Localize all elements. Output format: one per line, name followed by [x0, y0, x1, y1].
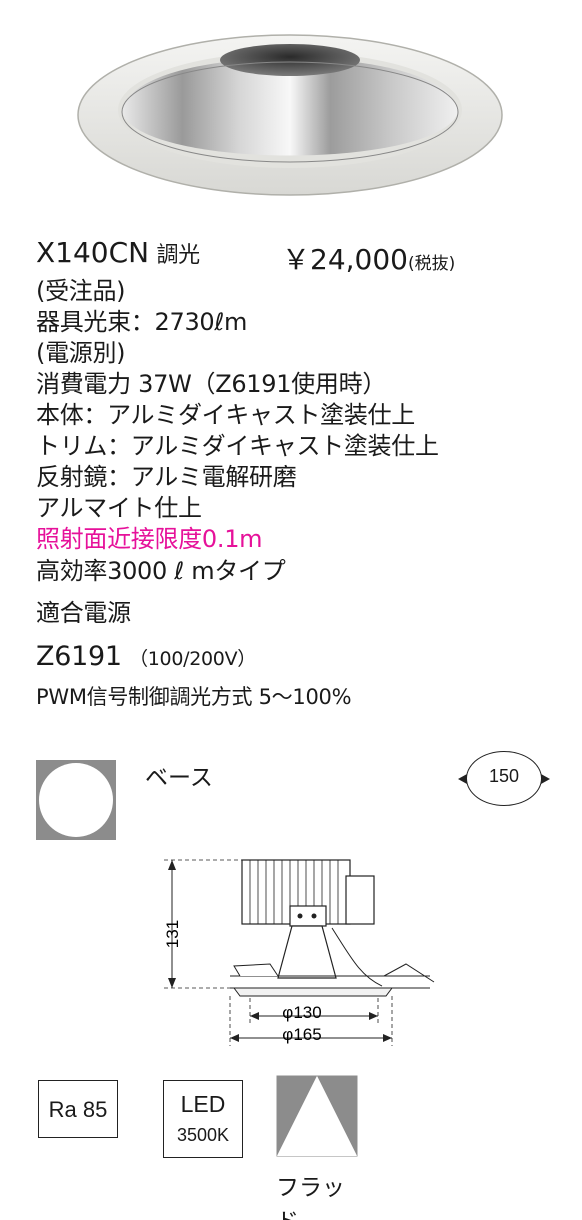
- beam-label: フラッド: [276, 1175, 345, 1220]
- power-dimming: PWM信号制御調光方式 5〜100%: [36, 685, 352, 709]
- spec-flux: 器具光束：2730ℓm: [36, 308, 248, 336]
- flood-beam-icon: [276, 1075, 358, 1157]
- power-line: Z6191 （100/200V）: [36, 642, 256, 674]
- ra-value: Ra 85: [48, 1097, 108, 1122]
- spec-reflector: 反射鏡：アルミ電解研磨: [36, 463, 297, 491]
- spec-reflector-finish: アルマイト仕上: [36, 494, 202, 522]
- cutout-arrows-icon: [458, 774, 550, 784]
- led-label: LED: [180, 1091, 226, 1117]
- spec-power-note: (電源別): [36, 339, 126, 367]
- product-photo: [77, 34, 503, 196]
- color-temperature: 3500K: [176, 1125, 230, 1145]
- led-badge: LED 3500K: [163, 1080, 243, 1158]
- inner-diameter: φ130: [282, 1003, 321, 1022]
- spec-consumption: 消費電力 37W（Z6191使用時）: [36, 370, 387, 398]
- base-icon: [36, 760, 116, 840]
- model-suffix: 調光: [156, 243, 200, 268]
- ra-badge: Ra 85: [38, 1080, 118, 1138]
- base-label: ベース: [145, 765, 213, 791]
- model-line: X140CN 調光: [36, 238, 200, 271]
- order-note: (受注品): [36, 277, 126, 305]
- price-note: (税抜): [407, 254, 456, 274]
- price-value: ￥24,000: [282, 243, 408, 276]
- price: ￥24,000(税抜): [282, 238, 455, 278]
- power-heading: 適合電源: [36, 599, 131, 627]
- spec-proximity: 照射面近接限度0.1m: [36, 525, 263, 553]
- model-number: X140CN: [36, 236, 150, 269]
- power-model: Z6191: [36, 641, 122, 672]
- spec-type: 高効率3000 ℓ mタイプ: [36, 557, 286, 585]
- power-voltage: （100/200V）: [129, 648, 256, 670]
- outer-diameter: φ165: [282, 1025, 321, 1044]
- spec-body: 本体：アルミダイキャスト塗装仕上: [36, 401, 415, 429]
- spec-trim: トリム：アルミダイキャスト塗装仕上: [36, 432, 439, 460]
- height-dimension: 131: [163, 920, 182, 948]
- dimension-drawing: 131 φ130 φ165: [163, 859, 435, 1046]
